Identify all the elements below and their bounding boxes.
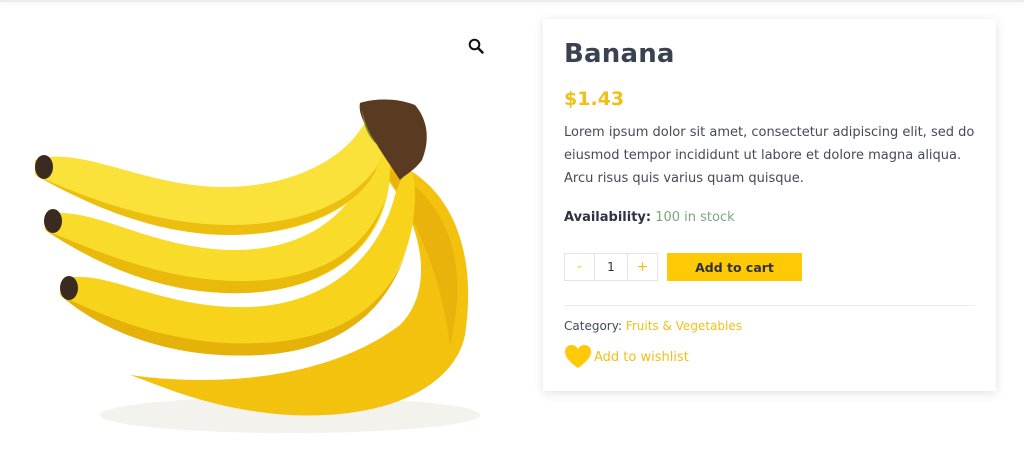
product-title: Banana: [564, 39, 675, 69]
availability-label: Availability:: [564, 210, 652, 225]
availability-value: 100 in stock: [655, 210, 735, 225]
product-category: Category: Fruits & Vegetables: [564, 319, 742, 333]
quantity-input[interactable]: [594, 254, 628, 280]
divider: [564, 305, 975, 306]
search-icon: [468, 38, 484, 54]
quantity-stepper: - +: [564, 253, 658, 281]
wishlist-label: Add to wishlist: [594, 349, 689, 365]
add-to-cart-button[interactable]: Add to cart: [667, 253, 802, 281]
product-summary: Banana $1.43 Lorem ipsum dolor sit amet,…: [543, 19, 996, 391]
category-link[interactable]: Fruits & Vegetables: [626, 319, 742, 333]
product-price: $1.43: [564, 88, 625, 110]
increment-button[interactable]: +: [628, 254, 657, 280]
product-image[interactable]: [20, 85, 500, 440]
decrement-button[interactable]: -: [565, 254, 594, 280]
add-to-wishlist-button[interactable]: Add to wishlist: [564, 344, 689, 370]
heart-icon: [565, 345, 591, 368]
product-description: Lorem ipsum dolor sit amet, consectetur …: [564, 125, 975, 186]
category-label: Category:: [564, 319, 622, 333]
zoom-button[interactable]: [465, 35, 487, 57]
product-gallery: [0, 0, 520, 451]
availability: Availability: 100 in stock: [564, 210, 735, 225]
